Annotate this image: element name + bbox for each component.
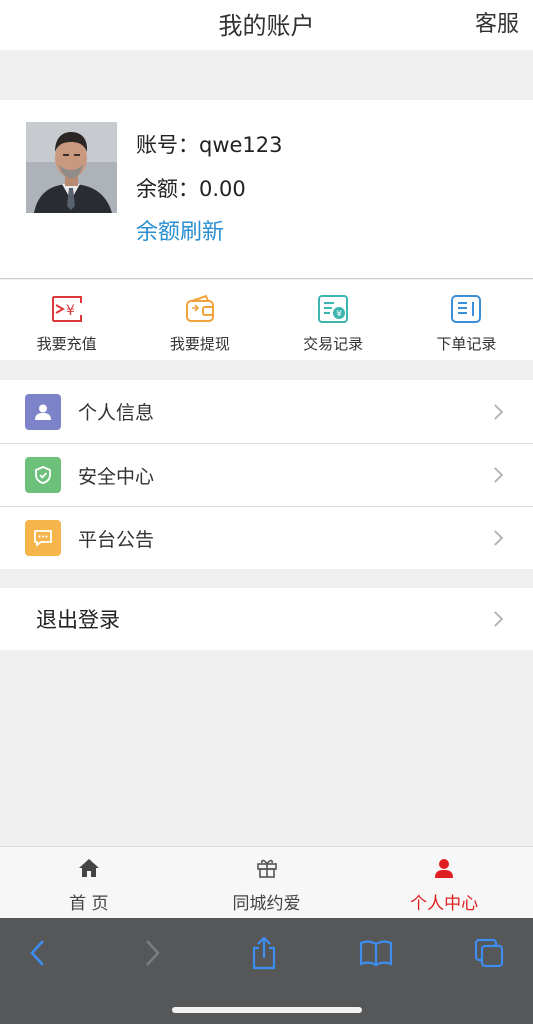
transaction-record-icon: ¥: [316, 293, 350, 325]
share-button[interactable]: [244, 936, 284, 970]
chevron-right-icon: [487, 403, 504, 420]
gift-icon: [256, 857, 278, 883]
account-row: 账号：qwe123: [136, 130, 283, 174]
svg-text:¥: ¥: [66, 303, 75, 319]
tab-label: 同城约爱: [232, 894, 301, 914]
account-value: qwe123: [199, 133, 283, 157]
balance-label: 余额：: [136, 177, 199, 201]
bottom-tab-bar: 首 页 同城约爱 个人中心: [0, 846, 533, 918]
chevron-right-icon: [487, 467, 504, 483]
chevron-right-icon: [146, 940, 160, 966]
action-label: 交易记录: [303, 335, 364, 353]
book-icon: [359, 940, 393, 967]
tab-label: 个人中心: [410, 894, 479, 914]
refresh-balance-link[interactable]: 余额刷新: [136, 218, 283, 262]
recharge-button[interactable]: ¥ 我要充值: [0, 280, 133, 360]
tab-local-dating[interactable]: 同城约爱: [178, 847, 356, 918]
menu-item-personal-info[interactable]: 个人信息: [0, 380, 533, 443]
home-icon: [78, 857, 100, 883]
recharge-icon: ¥: [50, 293, 84, 325]
menu-item-label: 安全中心: [78, 465, 155, 488]
transaction-record-button[interactable]: ¥ 交易记录: [267, 280, 400, 360]
share-icon: [252, 936, 276, 970]
action-label: 我要充值: [36, 335, 97, 353]
tabs-button[interactable]: [469, 936, 509, 970]
page-title: 我的账户: [218, 12, 315, 40]
action-label: 我要提现: [169, 335, 230, 353]
bookmarks-button[interactable]: [356, 936, 396, 970]
person-icon: [25, 393, 61, 430]
svg-text:¥: ¥: [336, 310, 342, 320]
shield-icon: [25, 457, 61, 493]
quick-actions: ¥ 我要充值 我要提现 ¥ 交易记录 下单记录: [0, 280, 533, 360]
message-icon: [25, 520, 61, 556]
home-indicator: [172, 1007, 362, 1013]
customer-service-button[interactable]: 客服: [475, 6, 519, 38]
tab-home[interactable]: 首 页: [0, 847, 178, 918]
account-label: 账号：: [136, 133, 199, 157]
action-label: 下单记录: [436, 335, 497, 353]
chevron-left-icon: [30, 940, 44, 966]
avatar: [26, 122, 117, 213]
withdraw-button[interactable]: 我要提现: [133, 280, 266, 360]
order-record-icon: [449, 293, 483, 325]
forward-button[interactable]: [132, 936, 172, 970]
profile-card: 账号：qwe123 余额：0.00 余额刷新: [0, 100, 533, 279]
tab-label: 首 页: [69, 894, 109, 914]
account-info: 账号：qwe123 余额：0.00 余额刷新: [136, 130, 283, 262]
menu-item-label: 个人信息: [78, 402, 155, 424]
balance-value: 0.00: [199, 177, 246, 201]
person-icon: [433, 857, 455, 883]
logout-button[interactable]: 退出登录: [0, 588, 533, 650]
chevron-right-icon: [487, 611, 504, 627]
chevron-right-icon: [487, 530, 504, 546]
balance-row: 余额：0.00: [136, 174, 283, 218]
tab-personal-center[interactable]: 个人中心: [355, 847, 533, 918]
menu-item-label: 平台公告: [78, 528, 155, 551]
wallet-icon: [183, 293, 217, 325]
logout-label: 退出登录: [36, 608, 120, 632]
settings-menu: 个人信息 安全中心 平台公告: [0, 380, 533, 569]
back-button[interactable]: [18, 936, 58, 970]
menu-item-announcements[interactable]: 平台公告: [0, 506, 533, 569]
header: 我的账户 客服: [0, 0, 533, 50]
order-record-button[interactable]: 下单记录: [400, 280, 533, 360]
menu-item-security-center[interactable]: 安全中心: [0, 443, 533, 506]
tabs-icon: [474, 938, 504, 968]
account-page: 我的账户 客服 账号：qwe123 余额：0.00 余额刷新 ¥ 我要充值 我要…: [0, 0, 533, 1024]
